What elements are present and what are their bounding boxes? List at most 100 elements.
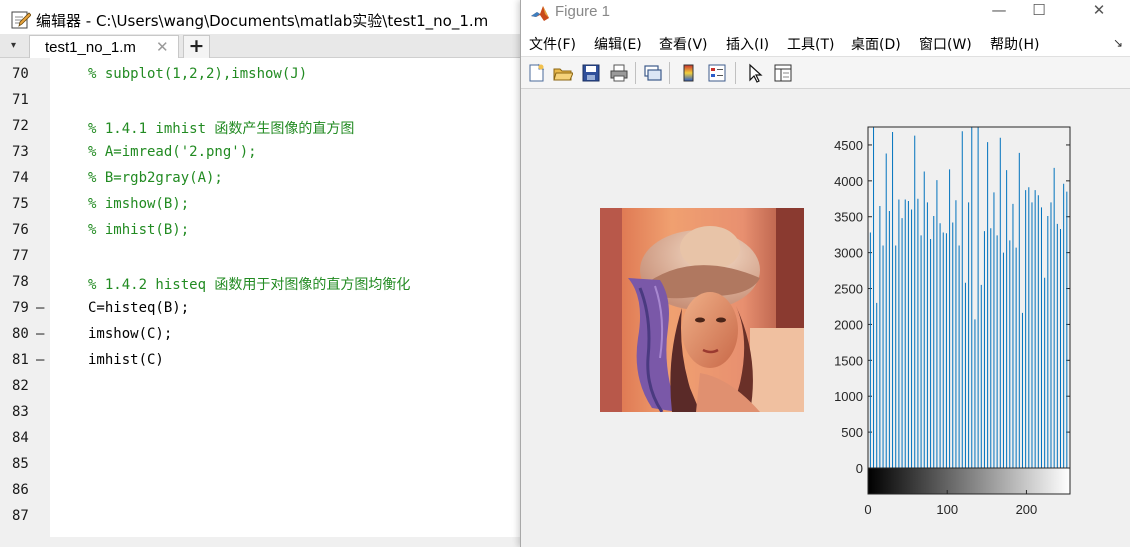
code-editor[interactable]: 70 % subplot(1,2,2),imshow(J) 71 72 % 1.4.1 … — [0, 58, 540, 537]
tab-list-arrow-icon[interactable]: ▾ — [11, 40, 16, 51]
line-number: 84 — [12, 430, 29, 446]
code-line[interactable]: 79 — C=histeq(B); — [0, 298, 540, 324]
menu-insert[interactable]: 插入(I) — [726, 34, 769, 54]
editor-pencil-icon — [11, 11, 31, 29]
maximize-button[interactable]: ☐ — [1019, 0, 1059, 22]
print-icon[interactable] — [609, 63, 629, 83]
line-number: 81 — [12, 352, 29, 368]
histogram-chart: 0 500 1000 1500 2000 2500 3000 3500 4000 4500 0 10… — [834, 126, 1071, 517]
link-plot-icon[interactable] — [643, 63, 663, 83]
y-tick-label: 0 — [856, 461, 863, 476]
code-line[interactable]: 77 — [0, 246, 540, 272]
line-number: 80 — [12, 326, 29, 342]
figure-canvas[interactable]: 0 500 1000 1500 2000 2500 3000 3500 4000 4500 0 10… — [521, 90, 1130, 547]
y-tick-label: 3500 — [834, 210, 863, 225]
code-line[interactable]: 83 — [0, 402, 540, 428]
tab-label: test1_no_1.m — [45, 39, 136, 56]
code-text: % 1.4.2 histeq 函数用于对图像的直方图均衡化 — [88, 277, 411, 293]
toolbar-separator — [635, 62, 636, 84]
breakpoint-marker[interactable]: — — [36, 300, 44, 316]
code-text: % 1.4.1 imhist 函数产生图像的直方图 — [88, 121, 355, 137]
code-text: imhist(C) — [88, 352, 164, 368]
code-line[interactable]: 81 — imhist(C) — [0, 350, 540, 376]
histogram-stems — [869, 127, 1068, 468]
save-icon[interactable] — [581, 63, 601, 83]
line-number: 72 — [12, 118, 29, 134]
code-line[interactable]: 87 — [0, 506, 540, 532]
open-file-icon[interactable] — [553, 63, 573, 83]
property-editor-icon[interactable] — [773, 63, 793, 83]
close-button[interactable]: ✕ — [1079, 0, 1119, 22]
code-line[interactable]: 75 % imshow(B); — [0, 194, 540, 220]
code-line[interactable]: 78 % 1.4.2 histeq 函数用于对图像的直方图均衡化 — [0, 272, 540, 298]
x-tick-label: 200 — [1016, 502, 1038, 517]
menu-window[interactable]: 窗口(W) — [919, 34, 972, 54]
line-number: 77 — [12, 248, 29, 264]
menu-overflow-icon[interactable]: ↘ — [1113, 36, 1123, 50]
y-tick-label: 4500 — [834, 138, 863, 153]
equalized-image — [600, 208, 804, 412]
code-text: % subplot(1,2,2),imshow(J) — [88, 66, 308, 82]
code-line[interactable]: 71 — [0, 90, 540, 116]
line-number: 75 — [12, 196, 29, 212]
y-axis-ticks: 0 500 1000 1500 2000 2500 3000 3500 4000 4500 — [834, 138, 1070, 476]
code-text: C=histeq(B); — [88, 300, 190, 316]
menu-tools[interactable]: 工具(T) — [787, 34, 834, 54]
minimize-button[interactable]: — — [979, 0, 1019, 22]
tab-test1-no-1[interactable]: test1_no_1.m ✕ — [29, 35, 179, 58]
code-line[interactable]: 82 — [0, 376, 540, 402]
code-line[interactable]: 84 — [0, 428, 540, 454]
matlab-logo-icon — [530, 3, 550, 23]
menu-help[interactable]: 帮助(H) — [990, 34, 1039, 54]
line-number: 79 — [12, 300, 29, 316]
legend-icon[interactable] — [707, 63, 727, 83]
figure-titlebar[interactable]: Figure 1 — ☐ ✕ — [521, 0, 1130, 28]
y-tick-label: 2000 — [834, 317, 863, 332]
figure-toolbar — [521, 57, 1130, 89]
code-line[interactable]: 85 — [0, 454, 540, 480]
line-number: 87 — [12, 508, 29, 524]
editor-titlebar[interactable]: 编辑器 - C:\Users\wang\Documents\matlab实验\t… — [0, 0, 540, 34]
editor-window: 编辑器 - C:\Users\wang\Documents\matlab实验\t… — [0, 0, 540, 547]
line-number: 85 — [12, 456, 29, 472]
colorbar-icon[interactable] — [679, 63, 699, 83]
code-line[interactable]: 86 — [0, 480, 540, 506]
line-number: 76 — [12, 222, 29, 238]
code-text: imshow(C); — [88, 326, 173, 342]
menu-file[interactable]: 文件(F) — [529, 34, 576, 54]
menu-edit[interactable]: 编辑(E) — [594, 34, 642, 54]
line-number: 70 — [12, 66, 29, 82]
pointer-icon[interactable] — [745, 63, 765, 83]
code-line[interactable]: 72 % 1.4.1 imhist 函数产生图像的直方图 — [0, 116, 540, 142]
line-number: 83 — [12, 404, 29, 420]
line-number: 78 — [12, 274, 29, 290]
editor-tabbar: ▾ test1_no_1.m ✕ + — [0, 34, 540, 58]
new-tab-button[interactable]: + — [183, 35, 210, 58]
line-number: 73 — [12, 144, 29, 160]
line-number: 71 — [12, 92, 29, 108]
editor-title: 编辑器 - C:\Users\wang\Documents\matlab实验\t… — [36, 12, 489, 30]
code-text: % imhist(B); — [88, 222, 190, 238]
menu-desktop[interactable]: 桌面(D) — [851, 34, 901, 54]
breakpoint-marker[interactable]: — — [36, 352, 44, 368]
figure-title: Figure 1 — [555, 3, 611, 20]
code-line[interactable]: 80 — imshow(C); — [0, 324, 540, 350]
new-figure-icon[interactable] — [526, 63, 546, 83]
y-tick-label: 3000 — [834, 246, 863, 261]
y-tick-label: 1000 — [834, 389, 863, 404]
code-line[interactable]: 76 % imhist(B); — [0, 220, 540, 246]
figure-menubar: 文件(F) 编辑(E) 查看(V) 插入(I) 工具(T) 桌面(D) 窗口(W… — [521, 28, 1130, 57]
line-number: 82 — [12, 378, 29, 394]
code-line[interactable]: 70 % subplot(1,2,2),imshow(J) — [0, 64, 540, 90]
code-line[interactable]: 73 % A=imread('2.png'); — [0, 142, 540, 168]
code-line[interactable]: 74 % B=rgb2gray(A); — [0, 168, 540, 194]
tab-close-icon[interactable]: ✕ — [156, 38, 169, 56]
code-text: % B=rgb2gray(A); — [88, 170, 223, 186]
y-tick-label: 500 — [841, 425, 863, 440]
y-tick-label: 2500 — [834, 282, 863, 297]
menu-view[interactable]: 查看(V) — [659, 34, 708, 54]
y-tick-label: 4000 — [834, 174, 863, 189]
y-tick-label: 1500 — [834, 353, 863, 368]
breakpoint-marker[interactable]: — — [36, 326, 44, 342]
editor-status-strip — [0, 537, 540, 547]
